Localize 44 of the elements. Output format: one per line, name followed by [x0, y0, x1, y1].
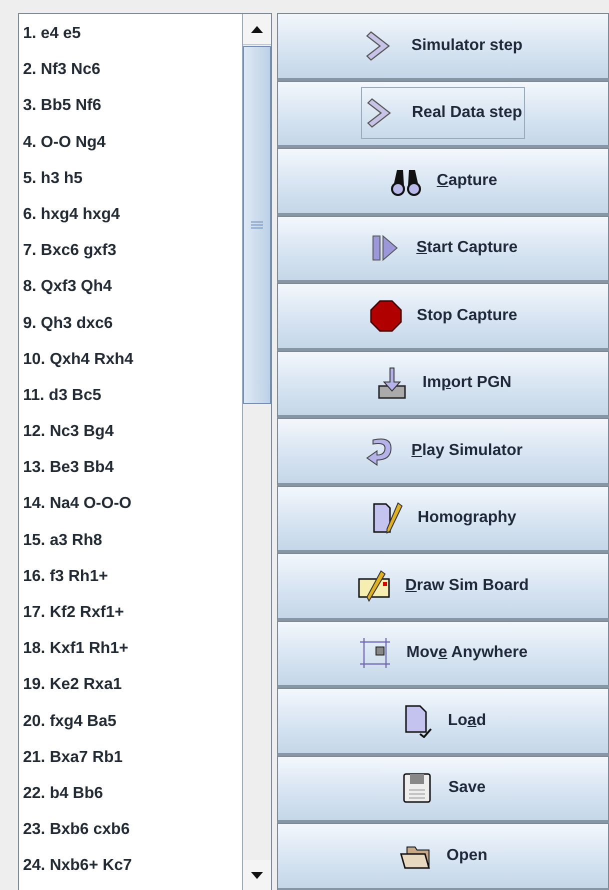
move-item[interactable]: 23. Bxb6 cxb6	[23, 812, 238, 848]
toolbar-button[interactable]: Import PGN	[277, 350, 609, 418]
toolbar-button[interactable]: Stop Capture	[277, 283, 609, 350]
move-item[interactable]: 22. b4 Bb6	[23, 776, 238, 812]
move-item[interactable]: 14. Na4 O-O-O	[23, 486, 238, 523]
toolbar-button[interactable]: Open	[277, 823, 609, 890]
move-item[interactable]: 1. e4 e5	[23, 16, 238, 52]
toolbar-button[interactable]: Move Anywhere	[277, 620, 609, 688]
move-item[interactable]: 15. a3 Rh8	[23, 522, 238, 559]
move-item[interactable]: 12. Nc3 Bg4	[23, 414, 238, 450]
toolbar-button[interactable]: Capture	[277, 148, 609, 216]
move-item[interactable]: 8. Qxf3 Qh4	[23, 269, 238, 306]
move-item[interactable]: 6. hxg4 hxg4	[23, 196, 238, 234]
move-item[interactable]: 16. f3 Rh1+	[23, 558, 238, 595]
move-item[interactable]: 9. Qh3 dxc6	[23, 306, 238, 342]
toolbar-button[interactable]: Draw Sim Board	[277, 553, 609, 620]
toolbar-button[interactable]: Simulator step	[277, 13, 609, 80]
move-item[interactable]: 7. Bxc6 gxf3	[23, 233, 238, 270]
card-pencil-icon	[357, 568, 392, 603]
toolbar-button[interactable]: Load	[277, 688, 609, 756]
move-item[interactable]: 2. Nf3 Nc6	[23, 52, 238, 88]
toolbar-button[interactable]: Play Simulator	[277, 418, 609, 486]
toolbar-button[interactable]: Homography	[277, 486, 609, 553]
move-item[interactable]: 21. Bxa7 Rb1	[23, 740, 238, 776]
move-item[interactable]: 4. O-O Ng4	[23, 124, 238, 161]
move-item[interactable]: 20. fxg4 Ba5	[23, 704, 238, 740]
move-item[interactable]: 13. Be3 Bb4	[23, 450, 238, 486]
scrollbar[interactable]	[242, 14, 271, 890]
scroll-down-icon[interactable]	[243, 860, 271, 890]
scroll-thumb[interactable]	[243, 46, 271, 404]
move-item[interactable]: 18. Kxf1 Rh1+	[23, 631, 238, 668]
move-item[interactable]: 3. Bb5 Nf6	[23, 88, 238, 125]
move-item[interactable]: 10. Qxh4 Rxh4	[23, 342, 238, 378]
move-item[interactable]: 17. Kf2 Rxf1+	[23, 595, 238, 632]
scroll-up-icon[interactable]	[243, 14, 271, 45]
move-item[interactable]: 11. d3 Bc5	[23, 378, 238, 414]
toolbar-button[interactable]: Start Capture	[277, 216, 609, 283]
frame-icon	[358, 636, 392, 670]
move-item[interactable]: 24. Nxb6+ Kc7	[23, 848, 238, 884]
move-item[interactable]: 19. Ke2 Rxa1	[23, 667, 238, 704]
toolbar-button[interactable]: Real Data step	[277, 80, 609, 148]
stop-icon	[368, 298, 403, 333]
move-item[interactable]: 5. h3 h5	[23, 160, 238, 197]
toolbar-button[interactable]: Save	[277, 756, 609, 823]
